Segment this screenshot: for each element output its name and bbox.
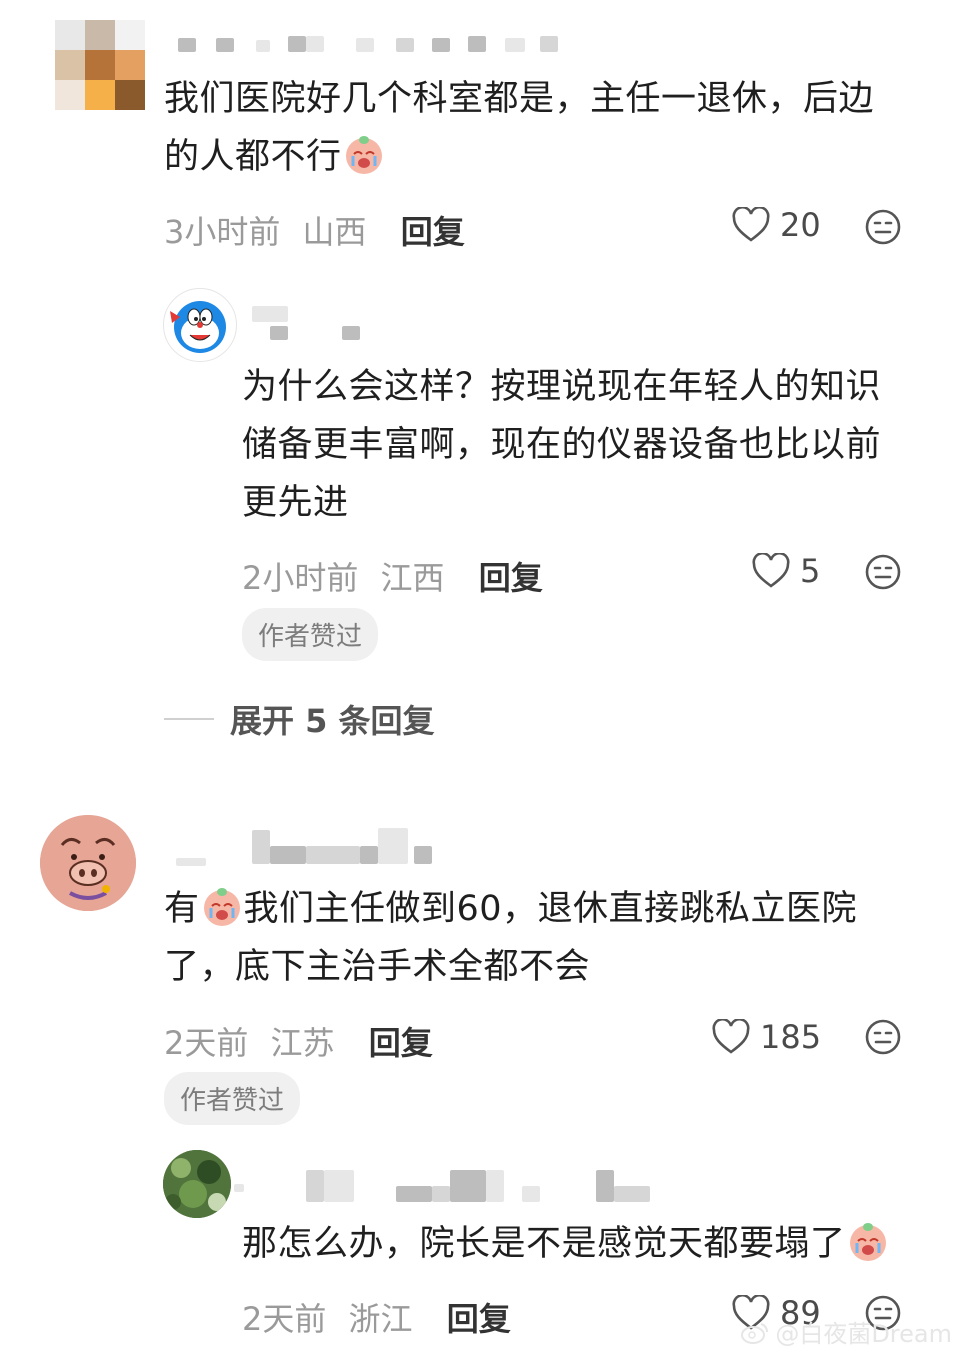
avatar[interactable] (40, 815, 136, 911)
reply-time: 2小时前 (242, 559, 359, 597)
reply-time: 2天前 (242, 1300, 327, 1338)
like-button[interactable]: 20 (732, 206, 821, 244)
avatar[interactable] (163, 1150, 231, 1218)
avatar[interactable] (163, 288, 237, 362)
expand-replies-label: 展开 5 条回复 (230, 702, 435, 740)
comment-text: 有 我们主任做到60，退休直接跳私立医院 了，底下主治手术全都不会 (164, 880, 924, 996)
comment-time: 3小时前 (164, 213, 281, 251)
doraemon-avatar-icon (170, 301, 226, 353)
reply-text-line1: 那怎么办，院长是不是感觉天都要塌了 (242, 1224, 846, 1264)
reply-text-line1: 为什么会这样？按理说现在年轻人的知识 (242, 367, 882, 407)
comment-region: 山西 (302, 213, 367, 251)
reply-meta: 2小时前 江西 回复 (242, 553, 543, 599)
like-button[interactable]: 5 (752, 552, 820, 590)
comment-time: 2天前 (164, 1024, 249, 1062)
comment-text-line2: 了，底下主治手术全都不会 (164, 947, 591, 987)
emoji-reaction-icon[interactable] (864, 553, 902, 591)
expand-replies-button[interactable]: 展开 5 条回复 (164, 696, 435, 742)
reply-button[interactable]: 回复 (401, 213, 465, 251)
crying-face-icon (345, 136, 382, 174)
comment-text-prefix: 有 (164, 889, 200, 929)
emoji-reaction-icon[interactable] (864, 1018, 902, 1056)
like-button[interactable]: 185 (712, 1018, 821, 1056)
reply-button[interactable]: 回复 (479, 559, 543, 597)
comment-region: 江苏 (270, 1024, 335, 1062)
foliage-avatar-icon (163, 1150, 231, 1218)
reply-meta: 2天前 浙江 回复 (242, 1294, 511, 1340)
reply-text: 为什么会这样？按理说现在年轻人的知识 储备更丰富啊，现在的仪器设备也比以前 更先… (242, 358, 932, 532)
avatar[interactable] (55, 20, 145, 110)
heart-icon (712, 1019, 750, 1054)
comment-meta: 3小时前 山西 回复 (164, 207, 465, 253)
reply-region: 浙江 (348, 1300, 413, 1338)
reply-region: 江西 (380, 559, 445, 597)
author-liked-badge: 作者赞过 (242, 608, 379, 661)
pig-avatar-icon (40, 815, 136, 911)
comment-text: 我们医院好几个科室都是，主任一退休，后边 的人都不行 (164, 70, 924, 186)
crying-face-icon (849, 1223, 886, 1261)
watermark: @白夜菌Dream (741, 1314, 952, 1349)
divider (164, 718, 214, 720)
comment-text-line1: 我们医院好几个科室都是，主任一退休，后边 (164, 79, 875, 119)
author-liked-badge: 作者赞过 (164, 1072, 301, 1125)
like-count: 20 (780, 206, 821, 244)
crying-face-icon (203, 888, 240, 926)
reply-button[interactable]: 回复 (369, 1024, 433, 1062)
like-count: 185 (760, 1018, 822, 1056)
reply-text-line3: 更先进 (242, 483, 349, 523)
comment-text-line2: 的人都不行 (164, 137, 342, 177)
heart-icon (732, 207, 770, 242)
emoji-reaction-icon[interactable] (864, 208, 902, 246)
reply-text: 那怎么办，院长是不是感觉天都要塌了 (242, 1215, 942, 1273)
like-count: 5 (800, 552, 821, 590)
weibo-logo-icon (741, 1322, 769, 1344)
comment-meta: 2天前 江苏 回复 (164, 1018, 433, 1064)
heart-icon (752, 553, 790, 588)
comment-text-line1: 我们主任做到60，退休直接跳私立医院 (243, 889, 858, 929)
reply-text-line2: 储备更丰富啊，现在的仪器设备也比以前 (242, 425, 882, 465)
reply-button[interactable]: 回复 (447, 1300, 511, 1338)
watermark-text: @白夜菌Dream (775, 1320, 952, 1348)
